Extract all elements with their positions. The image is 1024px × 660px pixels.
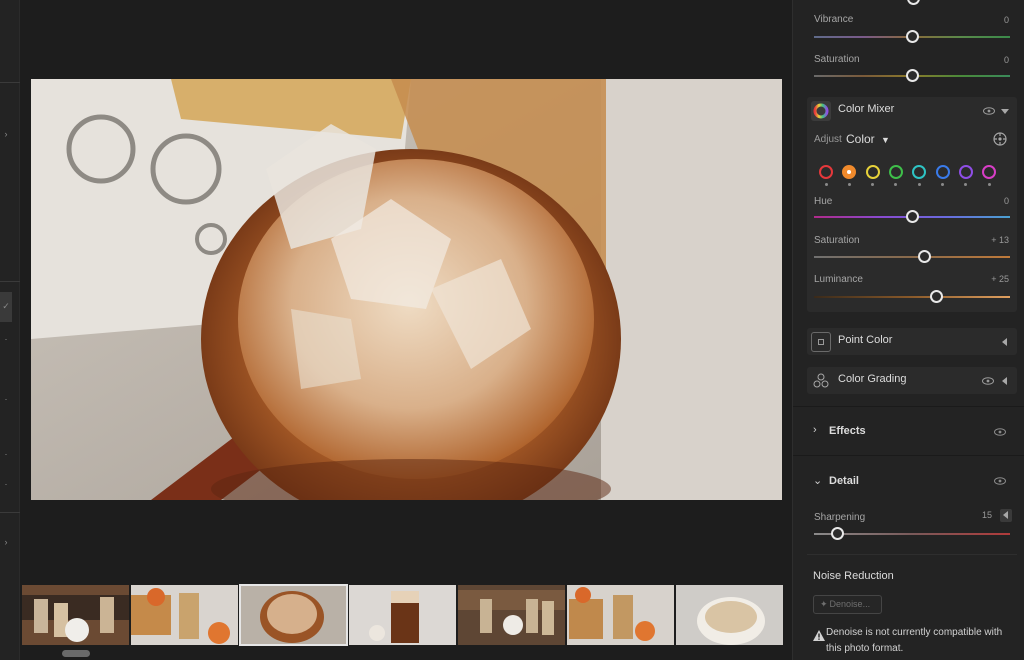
filmstrip-thumbnail[interactable] [567,585,674,645]
vibrance-label: Vibrance [814,14,854,25]
filmstrip-thumbnail[interactable] [458,585,565,645]
sparkle-icon: ✦ [820,599,828,609]
swatch-indicator-dot [941,183,944,186]
hue-knob[interactable] [905,210,919,223]
eye-icon[interactable] [982,377,994,385]
denoise-label: Denoise... [829,599,871,609]
warning-icon [813,630,825,641]
point-color-title: Point Color [838,334,893,346]
hue-value[interactable]: 0 [1004,196,1009,206]
scrollbar-thumb[interactable] [62,650,90,657]
adjust-dropdown[interactable]: Color ▼ [846,132,890,146]
swatch-indicator-dot [917,183,921,186]
color-swatch[interactable] [935,165,950,179]
filmstrip-thumbnail-selected[interactable] [239,584,348,646]
chevron-down-icon[interactable]: ⌄ [813,474,822,487]
filmstrip-scrollbar[interactable] [24,648,788,658]
mixer-saturation-value[interactable]: + 13 [991,235,1009,245]
left-strip-tool-icon[interactable]: · [0,478,12,490]
mixer-saturation-track[interactable] [814,256,1010,258]
sharpening-value[interactable]: 15 [982,510,992,520]
photo-image [31,79,782,500]
color-grading-group[interactable]: Color Grading [807,367,1017,394]
main-photo[interactable] [31,79,782,500]
sharpening-knob[interactable] [831,527,845,540]
denoise-button[interactable]: ✦ Denoise... [813,595,882,614]
eye-icon[interactable] [994,477,1006,485]
left-tool-strip: › ✓ · · · · › [0,0,20,660]
edit-panel: Vibrance 0 Saturation 0 Color Mixer Adju… [792,0,1024,660]
target-adjust-icon[interactable] [993,132,1007,146]
collapse-triangle-icon [1003,511,1008,519]
denoise-warning-text: Denoise is not currently compatible with… [826,627,1003,654]
expand-chevron-icon[interactable] [1002,338,1007,346]
sharpening-label: Sharpening [814,512,866,523]
check-icon[interactable]: ✓ [0,300,12,312]
point-color-icon [811,332,831,352]
expand-chevron-icon[interactable] [1002,377,1007,385]
eye-icon[interactable] [983,107,995,115]
hue-label: Hue [814,196,833,207]
filmstrip-thumbnail[interactable] [131,585,238,645]
sharpening-disclosure[interactable] [1000,509,1012,522]
adjust-dropdown-value: Color [846,132,875,146]
color-swatch[interactable] [865,165,880,179]
left-strip-tool-icon[interactable]: · [0,393,12,405]
color-mixer-title[interactable]: Color Mixer [838,103,894,115]
saturation-value[interactable]: 0 [1004,55,1009,65]
luminance-track[interactable] [814,296,1010,298]
left-strip-divider [0,82,20,83]
color-grading-icon [811,371,831,391]
image-canvas[interactable] [20,0,792,580]
mixer-saturation-label: Saturation [814,235,860,246]
left-strip-tool-icon[interactable]: · [0,333,12,345]
saturation-label: Saturation [814,54,860,65]
lightroom-editor: › ✓ · · · · › Vibrance 0 Saturation 0 Co… [0,0,1024,660]
swatch-indicator-dot [987,183,991,186]
color-swatch[interactable] [982,165,997,179]
noise-reduction-title: Noise Reduction [813,570,894,582]
effects-section[interactable]: › Effects [793,406,1024,454]
swatch-indicator-dot [847,183,851,186]
left-strip-divider [0,281,20,282]
color-grading-title: Color Grading [838,373,907,385]
slider-knob[interactable] [907,0,920,5]
luminance-value[interactable]: + 25 [991,274,1009,284]
color-wheel-icon [811,101,831,121]
color-swatch[interactable] [958,165,973,179]
vibrance-knob[interactable] [905,30,919,43]
adjust-label: Adjust [814,134,842,145]
point-color-group[interactable]: Point Color [807,328,1017,355]
chevron-down-icon: ▼ [881,135,890,145]
vibrance-value[interactable]: 0 [1004,15,1009,25]
left-strip-tool-icon[interactable]: · [0,448,12,460]
divider [807,554,1017,555]
left-strip-divider [0,512,20,513]
eye-icon[interactable] [994,428,1006,436]
filmstrip-thumbnail[interactable] [349,585,456,645]
filmstrip [20,580,792,660]
luminance-label: Luminance [814,274,863,285]
color-swatch[interactable] [819,165,833,179]
detail-title[interactable]: Detail [829,475,859,487]
left-strip-tool-icon[interactable]: › [0,536,12,548]
luminance-knob[interactable] [930,290,943,303]
color-swatch[interactable] [888,165,903,179]
filmstrip-thumbnail[interactable] [676,585,783,645]
filmstrip-thumbnail[interactable] [22,585,129,645]
left-strip-chevron-icon[interactable]: › [0,128,12,140]
saturation-knob[interactable] [905,69,919,82]
swatch-indicator-dot [824,183,828,186]
chevron-right-icon: › [813,424,817,436]
collapse-chevron-icon[interactable] [1001,109,1009,114]
effects-title: Effects [829,425,866,437]
